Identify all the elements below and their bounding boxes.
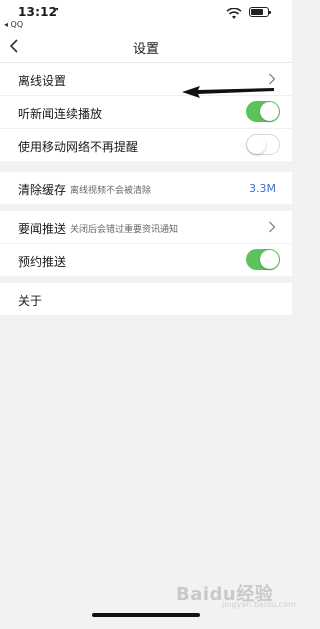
clear-cache-label: 清除缓存 — [18, 183, 67, 197]
settings-section-playback: 离线设置 听新闻连续播放 使用移动网络不再提醒 — [0, 63, 292, 161]
about-row[interactable]: 关于 — [0, 283, 292, 315]
toggle-knob — [247, 135, 266, 154]
clear-cache-hint: 离线视频不会被清除 — [70, 186, 152, 196]
scheduled-push-row: 预约推送 — [0, 244, 292, 276]
continuous-play-label: 听新闻连续播放 — [18, 107, 103, 121]
status-bar: 13:12 ➚ ◂ QQ — [0, 0, 292, 30]
scheduled-push-label: 预约推送 — [18, 255, 67, 269]
page-title: 设置 — [132, 42, 159, 57]
mobile-network-remind-label: 使用移动网络不再提醒 — [18, 140, 139, 154]
wifi-icon — [226, 8, 242, 19]
settings-section-push: 要闻推送 关闭后会错过重要资讯通知 预约推送 — [0, 211, 292, 276]
toggle-knob — [260, 102, 279, 121]
scheduled-push-toggle[interactable] — [246, 249, 280, 270]
chevron-right-icon — [269, 221, 276, 233]
mobile-network-remind-row: 使用移动网络不再提醒 — [0, 129, 292, 161]
battery-icon — [249, 7, 271, 17]
news-push-label: 要闻推送 — [18, 222, 67, 236]
toggle-knob — [260, 250, 279, 269]
offline-settings-label: 离线设置 — [18, 74, 67, 88]
news-push-row[interactable]: 要闻推送 关闭后会错过重要资讯通知 — [0, 211, 292, 244]
mobile-network-remind-toggle[interactable] — [246, 134, 280, 155]
home-indicator[interactable] — [92, 613, 200, 617]
clear-cache-row[interactable]: 清除缓存 离线视频不会被清除 3.3M — [0, 172, 292, 204]
settings-section-about: 关于 — [0, 283, 292, 315]
continuous-play-toggle[interactable] — [246, 101, 280, 122]
settings-section-cache: 清除缓存 离线视频不会被清除 3.3M — [0, 172, 292, 204]
news-push-hint: 关闭后会错过重要资讯通知 — [70, 225, 179, 235]
continuous-play-row: 听新闻连续播放 — [0, 96, 292, 129]
about-label: 关于 — [18, 294, 43, 308]
annotation-arrow-icon — [182, 86, 274, 98]
back-to-app-link[interactable]: ◂ QQ — [4, 20, 23, 29]
nav-bar: 设置 — [0, 30, 292, 63]
location-icon: ➚ — [52, 6, 60, 16]
cache-size-value: 3.3M — [249, 182, 276, 195]
baidu-watermark-url: jingyan.baidu.com — [222, 600, 296, 609]
